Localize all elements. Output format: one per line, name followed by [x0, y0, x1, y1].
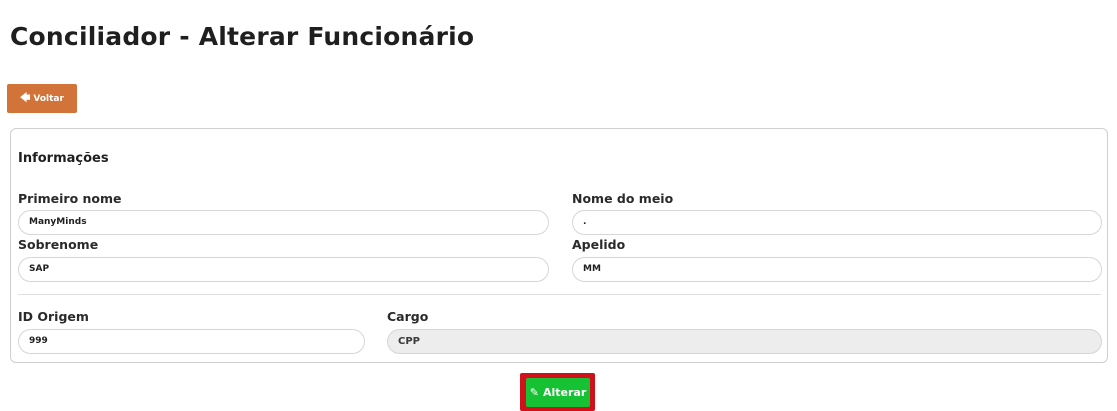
position-label: Cargo [387, 309, 429, 324]
origin-id-input[interactable]: 999 [18, 329, 365, 354]
alter-button[interactable]: ✎ Alterar [526, 378, 590, 407]
arrow-left-icon: 🡄 [20, 92, 31, 104]
nickname-input[interactable]: MM [572, 257, 1102, 282]
middle-name-input[interactable]: . [572, 210, 1102, 235]
first-name-label: Primeiro nome [18, 191, 122, 206]
back-button[interactable]: 🡄 Voltar [7, 84, 77, 113]
page-title: Conciliador - Alterar Funcionário [10, 22, 475, 51]
section-divider [18, 294, 1101, 295]
pencil-icon: ✎ [529, 386, 539, 399]
position-input: CPP [387, 329, 1102, 354]
nickname-label: Apelido [572, 237, 626, 252]
last-name-label: Sobrenome [18, 237, 99, 252]
employee-info-card: Informações Primeiro nome ManyMinds Nome… [10, 128, 1108, 363]
section-title: Informações [18, 151, 109, 166]
middle-name-label: Nome do meio [572, 191, 674, 206]
last-name-input[interactable]: SAP [18, 257, 549, 282]
first-name-input[interactable]: ManyMinds [18, 210, 549, 235]
origin-id-label: ID Origem [18, 309, 89, 324]
back-button-label: Voltar [33, 93, 64, 104]
alter-button-label: Alterar [542, 386, 587, 399]
